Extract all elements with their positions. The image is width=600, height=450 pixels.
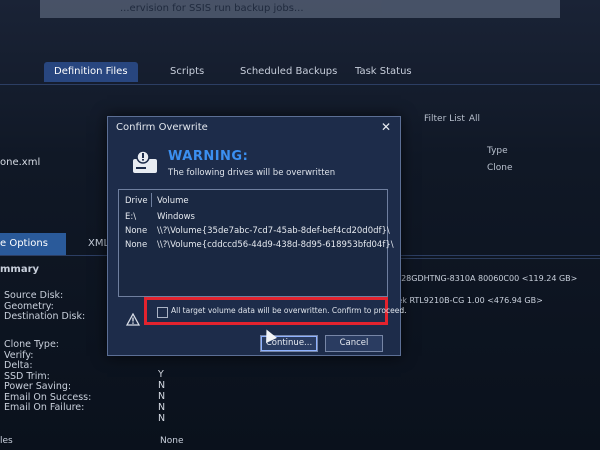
tab-task-status[interactable]: Task Status [345, 62, 422, 82]
prop-clone-type: Clone Type: [4, 339, 59, 350]
prop-email-success: Email On Success: [4, 391, 92, 403]
prop-power-saving: Power Saving: [4, 381, 72, 392]
main-tab-bar: Definition Files Scripts Scheduled Backu… [0, 58, 600, 85]
value-ssd-trim: N [158, 380, 166, 391]
confirm-overwrite-dialog: Confirm Overwrite ✕ WARNING: The followi… [107, 116, 407, 356]
cancel-button[interactable]: Cancel [325, 335, 383, 352]
column-header-type[interactable]: Type [487, 146, 508, 156]
prop-spacer [4, 323, 114, 340]
value-power-saving: N [158, 391, 166, 402]
volume-cell: Windows [157, 212, 195, 222]
prop-destination-disk: Destination Disk: [4, 311, 86, 322]
list-item-file[interactable]: one.xml [0, 157, 40, 168]
confirm-checkbox-label[interactable]: All target volume data will be overwritt… [171, 306, 407, 315]
prop-geometry: Geometry: [4, 300, 54, 312]
dialog-title: Confirm Overwrite [116, 122, 208, 133]
column-header-volume: Volume [157, 196, 189, 206]
last-row-value: None [160, 436, 184, 446]
warning-subheading: The following drives will be overwritten [168, 168, 336, 178]
prop-source-disk: Source Disk: [4, 290, 64, 301]
prop-delta: Delta: [4, 360, 33, 371]
close-icon[interactable]: ✕ [381, 120, 391, 134]
warning-heading: WARNING: [168, 149, 249, 164]
value-email-failure: N [158, 413, 166, 424]
value-delta: Y [158, 369, 164, 380]
warning-triangle-icon [126, 313, 140, 326]
filter-value[interactable]: All [469, 114, 480, 124]
summary-title: mmary [0, 264, 40, 275]
source-disk-info: 128GDHTNG-8310A 80060C00 <119.24 GB> [396, 274, 578, 283]
drive-cell: E:\ [125, 212, 137, 222]
tab-scheduled-backups[interactable]: Scheduled Backups [230, 62, 347, 82]
volume-cell: \\?\Volume{35de7abc-7cd7-45ab-8def-bef4c… [157, 226, 390, 236]
column-divider [151, 193, 152, 207]
last-row-label: les [0, 436, 13, 446]
summary-values: Y N N N N [158, 369, 178, 424]
prop-ssd-trim: SSD Trim: [4, 370, 50, 382]
destination-disk-info: ltek RTL9210B-CG 1.00 <476.94 GB> [392, 296, 543, 305]
tab-definition-files[interactable]: Definition Files [44, 62, 138, 82]
value-email-success: N [158, 402, 166, 413]
tab-scripts[interactable]: Scripts [160, 62, 214, 82]
filter-label-text: Filter List [424, 114, 465, 124]
list-item-type: Clone [487, 163, 513, 173]
confirm-checkbox[interactable] [157, 307, 168, 318]
drive-warning-icon [133, 150, 157, 173]
tab-options[interactable]: e Options [0, 233, 66, 255]
drive-cell: None [125, 226, 148, 236]
volume-cell: \\?\Volume{cddccd56-44d9-438d-8d95-61895… [157, 240, 394, 250]
window-header-strip: ...ervision for SSIS run backup jobs... [40, 0, 560, 18]
filter-list[interactable]: Filter List All [424, 114, 480, 124]
table-row: E:\ Windows [119, 211, 387, 223]
drives-table: Drive Volume E:\ Windows None \\?\Volume… [118, 189, 394, 297]
table-row: None \\?\Volume{35de7abc-7cd7-45ab-8def-… [119, 225, 390, 237]
confirm-highlight-box: All target volume data will be overwritt… [144, 297, 407, 325]
prop-verify: Verify: [4, 349, 34, 361]
prop-email-failure: Email On Failure: [4, 402, 85, 413]
drive-cell: None [125, 240, 148, 250]
summary-last-row: les None [0, 436, 600, 450]
table-row: None \\?\Volume{cddccd56-44d9-438d-8d95-… [119, 239, 394, 251]
summary-properties: Source Disk: Geometry: Destination Disk:… [4, 291, 114, 414]
column-header-drive: Drive [125, 196, 148, 206]
